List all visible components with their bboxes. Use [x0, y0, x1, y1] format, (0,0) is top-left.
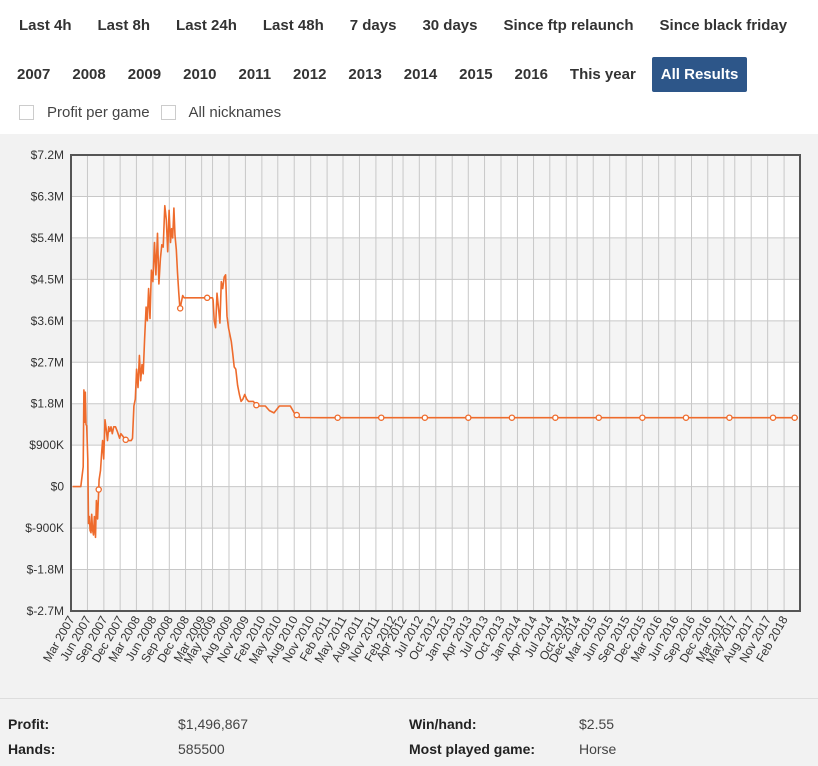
filter-year-2012-button[interactable]: 2012: [282, 57, 337, 92]
filter-year-2015-button[interactable]: 2015: [448, 57, 503, 92]
profit-value: $1,496,867: [178, 716, 249, 732]
all-nicknames-checkbox[interactable]: All nicknames: [160, 104, 282, 121]
y-tick-label: $-2.7M: [27, 604, 64, 618]
profit-per-game-checkbox[interactable]: Profit per game: [19, 104, 150, 121]
hands-label: Hands:: [8, 741, 56, 757]
checkbox-label: Profit per game: [47, 104, 150, 121]
filter-since-ftp-relaunch-button[interactable]: Since ftp relaunch: [491, 8, 647, 43]
filter-7-days-button[interactable]: 7 days: [337, 8, 410, 43]
y-tick-label: $-1.8M: [27, 563, 64, 577]
y-tick-label: $900K: [29, 438, 64, 452]
year-button-row: 2007 2008 2009 2010 2011 2012 2013 2014 …: [6, 57, 748, 92]
filter-year-2014-button[interactable]: 2014: [393, 57, 448, 92]
y-tick-label: $1.8M: [31, 397, 64, 411]
data-point-marker: [176, 305, 184, 312]
filter-all-results-button[interactable]: All Results: [651, 57, 748, 92]
filter-this-year-button[interactable]: This year: [559, 57, 647, 92]
data-point-marker: [334, 414, 341, 421]
filter-year-2011-button[interactable]: 2011: [228, 57, 283, 92]
filter-year-2010-button[interactable]: 2010: [172, 57, 227, 92]
range-button-row: Last 4h Last 8h Last 24h Last 48h 7 days…: [6, 8, 800, 43]
data-point-marker: [791, 414, 798, 421]
filter-last-8h-button[interactable]: Last 8h: [85, 8, 164, 43]
profit-label: Profit:: [8, 716, 50, 732]
filter-last-4h-button[interactable]: Last 4h: [6, 8, 85, 43]
y-tick-label: $2.7M: [31, 355, 64, 369]
y-tick-label: $5.4M: [31, 231, 64, 245]
data-point-marker: [508, 414, 516, 421]
win-per-hand-value: $2.55: [579, 716, 615, 732]
y-tick-label: $6.3M: [31, 189, 64, 203]
filter-year-2013-button[interactable]: 2013: [337, 57, 392, 92]
data-point-marker: [378, 414, 385, 421]
filter-last-24h-button[interactable]: Last 24h: [163, 8, 250, 43]
y-tick-label: $7.2M: [31, 148, 64, 162]
stats-panel: Profit: $1,496,867 Hands: 585500 Win/han…: [0, 698, 818, 766]
chart-panel: $-2.7M $-1.8M $-900K $0 $900K $1.8M $2.7M $3.6M…: [0, 134, 818, 698]
data-point-marker: [122, 436, 129, 444]
data-point-marker: [552, 414, 559, 421]
data-point-marker: [639, 414, 646, 421]
most-played-game-label: Most played game:: [409, 741, 536, 757]
win-per-hand-label: Win/hand:: [409, 716, 477, 732]
checkbox-label: All nicknames: [188, 104, 282, 121]
y-tick-label: $0: [51, 480, 65, 494]
data-point-marker: [253, 401, 260, 409]
data-point-marker: [682, 414, 690, 421]
data-point-marker: [769, 414, 777, 421]
data-point-marker: [726, 414, 733, 421]
filter-year-2016-button[interactable]: 2016: [504, 57, 559, 92]
filter-year-2007-button[interactable]: 2007: [6, 57, 61, 92]
data-point-marker: [595, 414, 603, 421]
most-played-game-value: Horse: [579, 741, 617, 757]
data-point-marker: [465, 414, 472, 421]
data-point-marker: [95, 486, 102, 493]
filter-last-48h-button[interactable]: Last 48h: [250, 8, 337, 43]
data-point-marker: [293, 411, 300, 419]
checkbox-box[interactable]: [160, 105, 176, 120]
hands-value: 585500: [178, 741, 225, 757]
filter-panel: Last 4h Last 8h Last 24h Last 48h 7 days…: [0, 0, 818, 134]
filter-30-days-button[interactable]: 30 days: [409, 8, 490, 43]
filter-year-2008-button[interactable]: 2008: [61, 57, 116, 92]
data-point-marker: [203, 294, 211, 302]
filter-since-black-friday-button[interactable]: Since black friday: [647, 8, 801, 43]
checkbox-box[interactable]: [19, 105, 34, 120]
y-tick-label: $3.6M: [31, 314, 64, 328]
filter-year-2009-button[interactable]: 2009: [117, 57, 172, 92]
profit-line-chart: $-2.7M $-1.8M $-900K $0 $900K $1.8M $2.7M $3.6M…: [25, 148, 801, 666]
y-tick-label: $4.5M: [31, 272, 64, 286]
y-tick-label: $-900K: [25, 521, 64, 535]
options-row: Profit per game All nicknames: [19, 104, 292, 121]
data-point-marker: [421, 414, 429, 421]
